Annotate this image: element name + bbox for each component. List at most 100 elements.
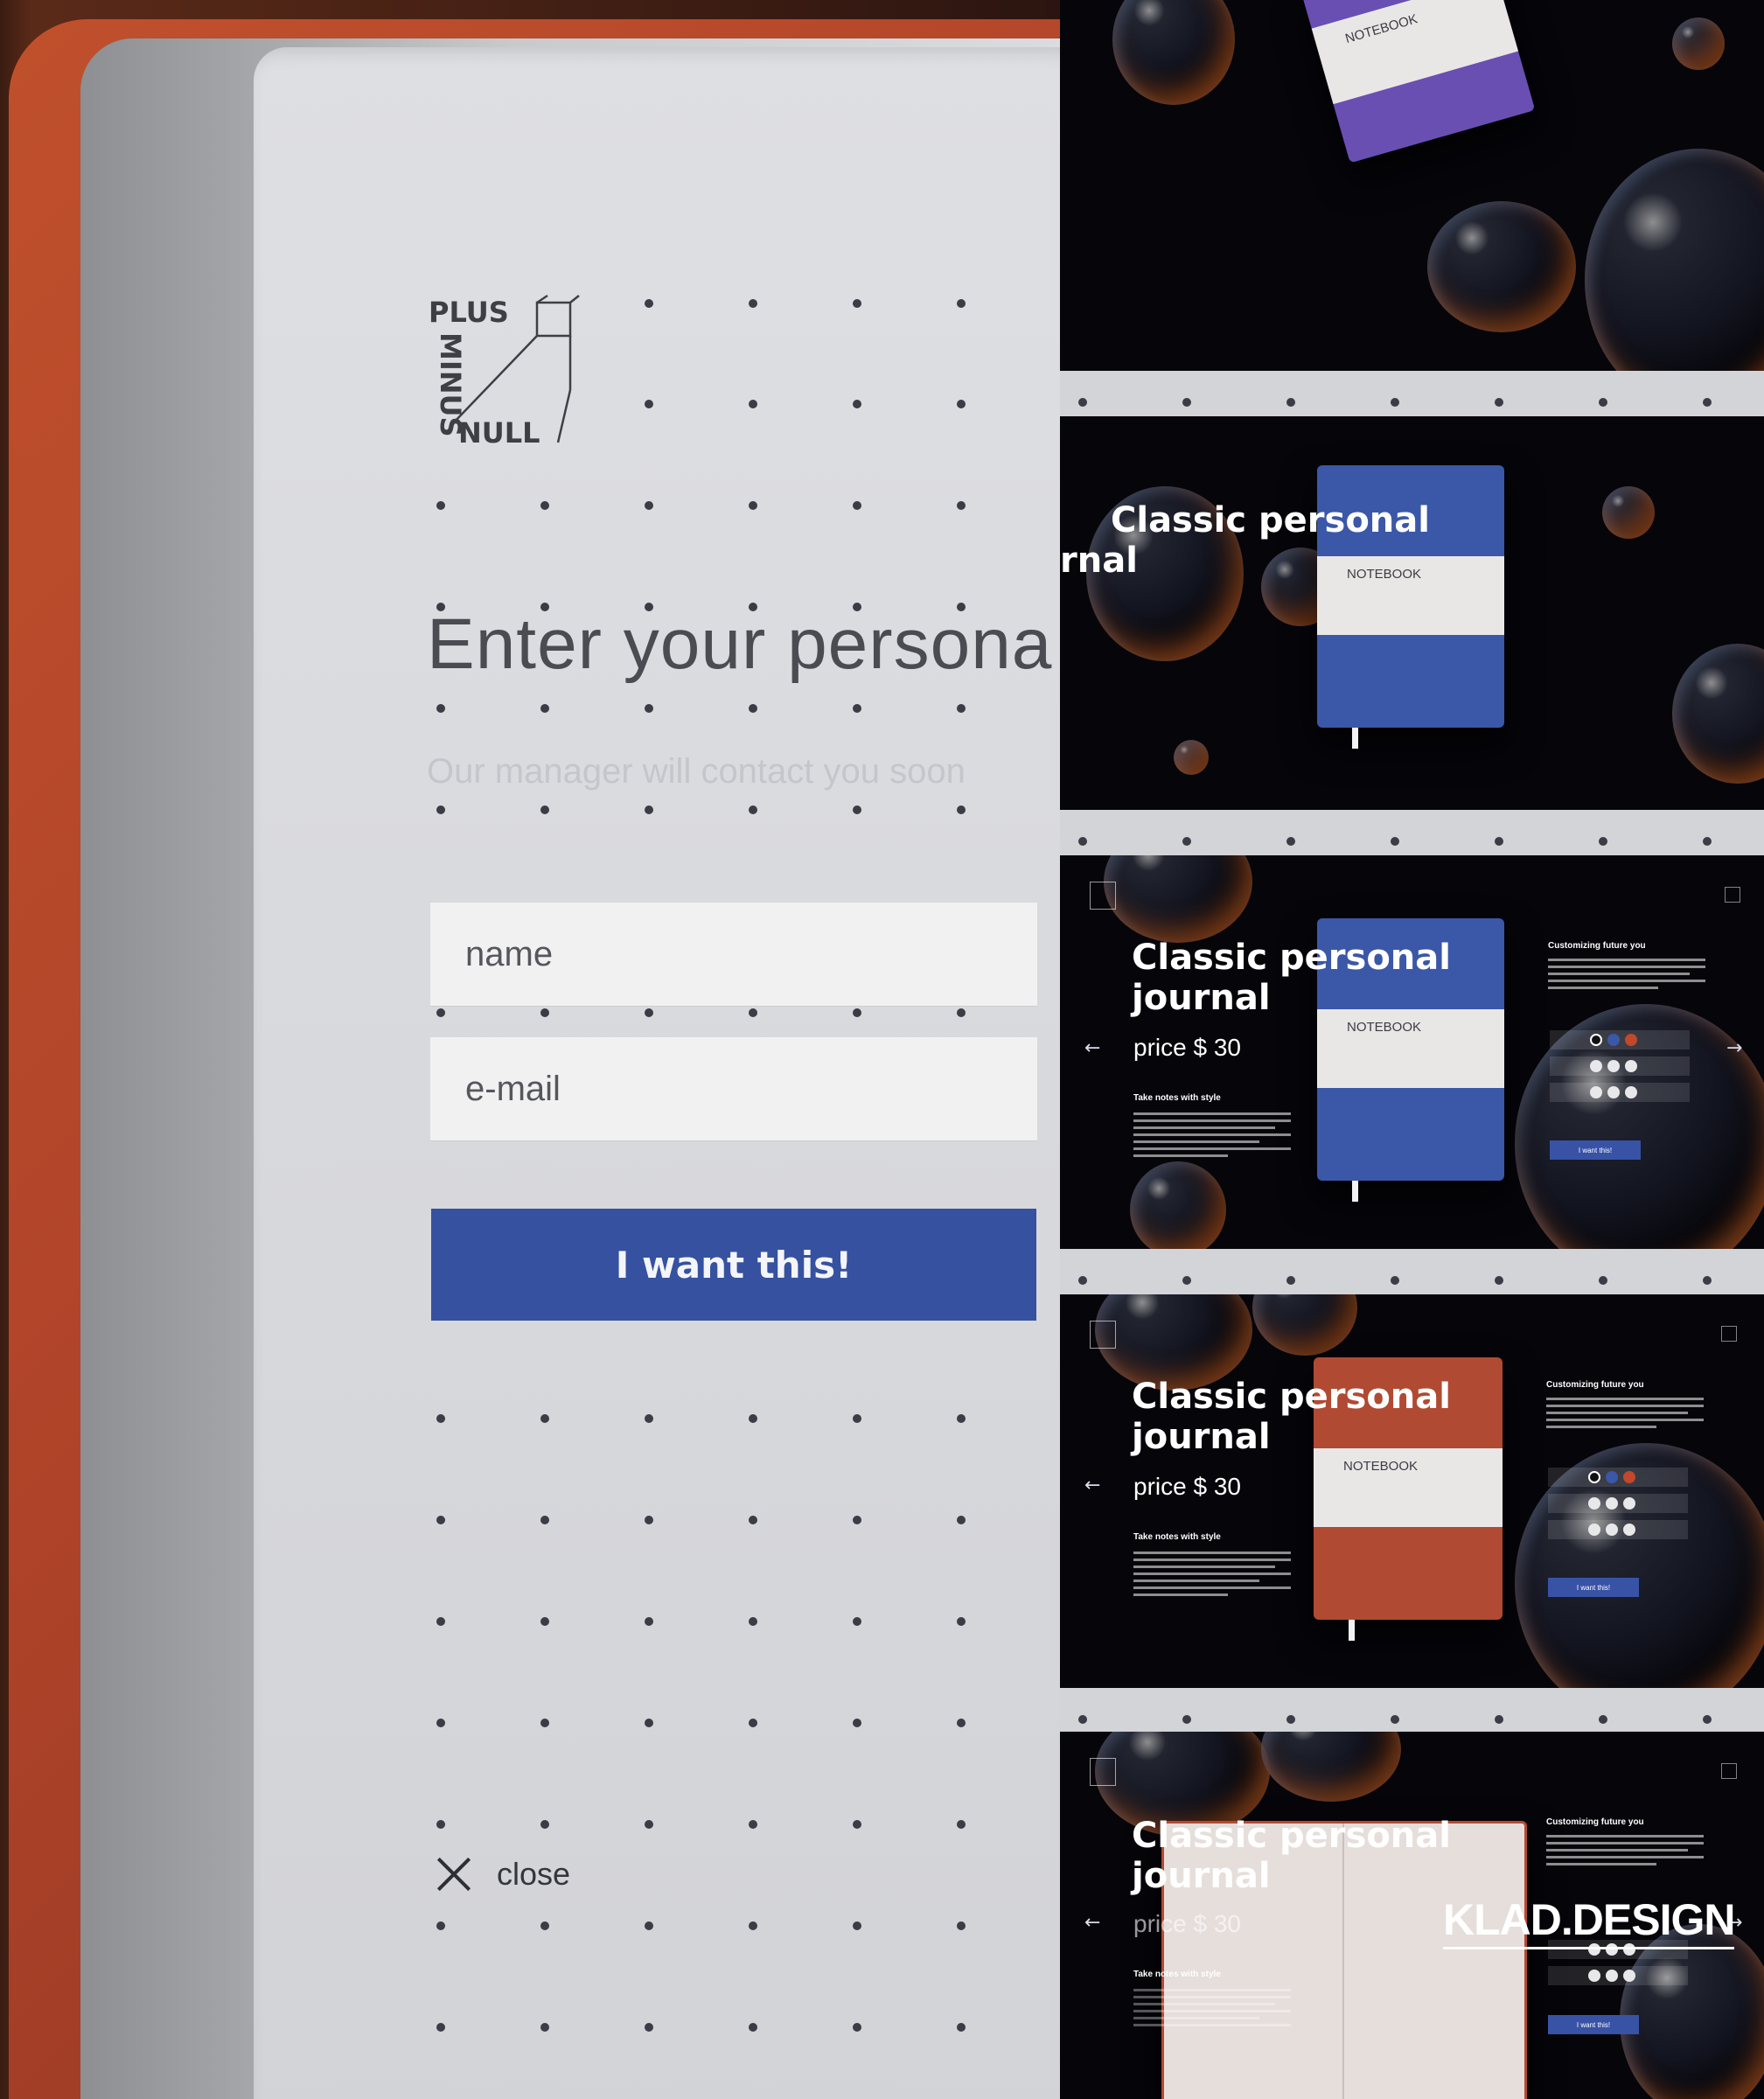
option-row-format[interactable] bbox=[1550, 1083, 1690, 1102]
name-field[interactable] bbox=[430, 903, 1037, 1006]
bubble bbox=[1130, 1161, 1226, 1249]
grid-dot bbox=[749, 299, 757, 308]
email-field[interactable] bbox=[430, 1037, 1037, 1140]
option-row-format[interactable] bbox=[1548, 1520, 1688, 1539]
card-section-right: Customizing future you bbox=[1548, 941, 1646, 951]
grid-dot bbox=[645, 1414, 653, 1423]
option-row-color[interactable] bbox=[1550, 1030, 1690, 1050]
arrow-left-icon[interactable]: ← bbox=[1084, 1475, 1100, 1496]
grid-dot bbox=[645, 1820, 653, 1829]
arrow-left-icon[interactable]: ← bbox=[1084, 1037, 1100, 1059]
grid-dot bbox=[1495, 1276, 1503, 1285]
grid-dot bbox=[749, 1820, 757, 1829]
grid-dot bbox=[957, 1617, 966, 1626]
grid-dot bbox=[1703, 1276, 1712, 1285]
grid-dot bbox=[853, 1008, 861, 1017]
grid-dot bbox=[749, 704, 757, 713]
grid-dot bbox=[436, 2023, 445, 2032]
grid-dot bbox=[1078, 837, 1087, 846]
notebook-image: NOTEBOOK bbox=[1301, 0, 1536, 164]
grid-dot bbox=[1703, 837, 1712, 846]
grid-dot bbox=[1599, 398, 1607, 407]
plus-minus-null-logo: PLUS MINUS NULL bbox=[429, 294, 580, 450]
card-title: Classic personal bbox=[1132, 938, 1451, 978]
menu-icon[interactable] bbox=[1725, 887, 1740, 903]
grid-dot bbox=[1182, 1276, 1191, 1285]
arrow-left-icon[interactable]: ← bbox=[1084, 1912, 1100, 1934]
grid-dot bbox=[853, 704, 861, 713]
card-title: Classic personal bbox=[1111, 500, 1430, 540]
grid-dot bbox=[957, 1516, 966, 1524]
grid-dot bbox=[645, 1008, 653, 1017]
grid-dot bbox=[436, 1008, 445, 1017]
grid-dot bbox=[436, 1414, 445, 1423]
grid-dot bbox=[1286, 837, 1295, 846]
grid-dot bbox=[853, 2023, 861, 2032]
bubble bbox=[1585, 149, 1764, 371]
grid-dot bbox=[957, 299, 966, 308]
grid-dot bbox=[957, 501, 966, 510]
grid-dot bbox=[749, 1921, 757, 1930]
bubble bbox=[1672, 644, 1764, 784]
grid-dot bbox=[1182, 398, 1191, 407]
grid-dot bbox=[1078, 1715, 1087, 1724]
card-price: price $ 30 bbox=[1133, 1910, 1241, 1937]
card-cta-button[interactable]: I want this! bbox=[1548, 1578, 1639, 1597]
grid-dot bbox=[853, 1516, 861, 1524]
screen-card-1: NOTEBOOK bbox=[1060, 0, 1764, 371]
name-input[interactable] bbox=[430, 933, 1037, 975]
grid-dot bbox=[1391, 1715, 1399, 1724]
card-cta-button[interactable]: I want this! bbox=[1550, 1140, 1641, 1160]
i-want-this-button[interactable]: I want this! bbox=[431, 1209, 1036, 1321]
grid-dot bbox=[540, 1820, 549, 1829]
card-title-2: rnal bbox=[1060, 540, 1138, 581]
svg-text:PLUS: PLUS bbox=[429, 296, 509, 329]
form-heading: Enter your persona bbox=[427, 604, 1053, 684]
grid-dot bbox=[749, 1719, 757, 1727]
menu-icon[interactable] bbox=[1721, 1326, 1737, 1342]
grid-dot bbox=[853, 805, 861, 814]
grid-dot bbox=[436, 1921, 445, 1930]
close-icon bbox=[436, 1856, 472, 1893]
card-cta-button[interactable]: I want this! bbox=[1548, 2015, 1639, 2034]
grid-dot bbox=[957, 704, 966, 713]
grid-dot bbox=[957, 1921, 966, 1930]
option-row-texture[interactable] bbox=[1548, 1494, 1688, 1513]
grid-dot bbox=[853, 1414, 861, 1423]
grid-dot bbox=[645, 1617, 653, 1626]
grid-dot bbox=[645, 1516, 653, 1524]
close-button[interactable]: close bbox=[436, 1856, 570, 1893]
grid-dot bbox=[645, 1719, 653, 1727]
grid-dot bbox=[436, 1617, 445, 1626]
mini-logo bbox=[1090, 1758, 1116, 1786]
grid-dot bbox=[1495, 398, 1503, 407]
grid-dot bbox=[853, 501, 861, 510]
grid-dot bbox=[1391, 837, 1399, 846]
grid-dot bbox=[540, 501, 549, 510]
option-row-format[interactable] bbox=[1548, 1966, 1688, 1985]
bubble bbox=[1602, 486, 1655, 539]
email-input[interactable] bbox=[430, 1068, 1037, 1110]
grid-dot bbox=[645, 501, 653, 510]
grid-dot bbox=[436, 501, 445, 510]
mini-logo bbox=[1090, 1321, 1116, 1349]
menu-icon[interactable] bbox=[1721, 1763, 1737, 1779]
grid-dot bbox=[957, 1820, 966, 1829]
card-body-text bbox=[1133, 1112, 1291, 1161]
grid-dot bbox=[749, 1414, 757, 1423]
option-row-color[interactable] bbox=[1548, 1468, 1688, 1487]
arrow-right-icon[interactable]: → bbox=[1726, 1037, 1742, 1059]
bubble bbox=[1427, 201, 1576, 332]
grid-dot bbox=[957, 805, 966, 814]
grid-dot bbox=[645, 1921, 653, 1930]
grid-dot bbox=[853, 400, 861, 408]
grid-dot bbox=[1078, 398, 1087, 407]
klad-design-watermark: KLAD.DESIGN bbox=[1443, 1894, 1735, 1949]
card-body-text bbox=[1133, 1989, 1291, 2031]
card-title-2: journal bbox=[1132, 978, 1271, 1018]
grid-dot bbox=[540, 805, 549, 814]
card-section-right: Customizing future you bbox=[1546, 1380, 1644, 1390]
option-row-texture[interactable] bbox=[1550, 1056, 1690, 1076]
grid-dot bbox=[1495, 837, 1503, 846]
card-price: price $ 30 bbox=[1133, 1034, 1241, 1061]
